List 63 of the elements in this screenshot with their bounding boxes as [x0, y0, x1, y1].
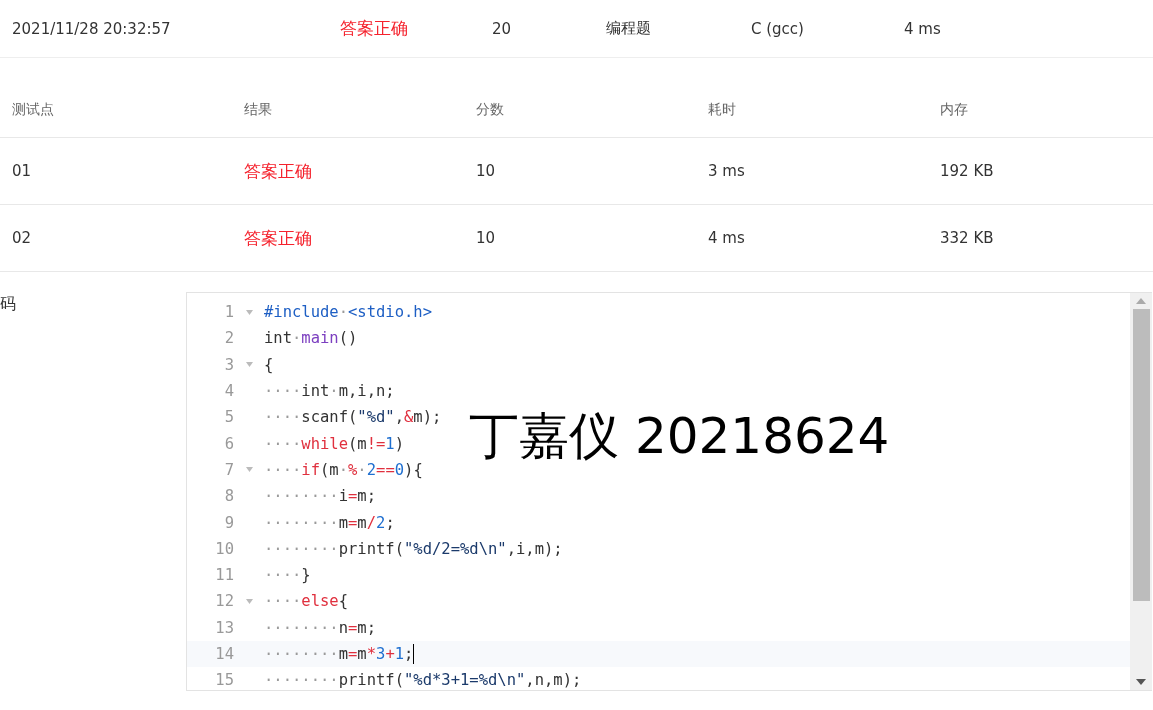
table-cell-text: 01: [12, 162, 33, 180]
status-text: 答案正确: [339, 17, 409, 40]
code-line: ····else{: [264, 592, 348, 611]
table-cell-text: 10: [476, 229, 497, 247]
code-line: ········m=m/2;: [264, 513, 395, 532]
compiler-text: C (gcc): [751, 19, 805, 38]
fold-caret-icon[interactable]: [245, 309, 253, 315]
code-line: ····while(m!=1): [264, 434, 405, 453]
line-number: 8: [223, 487, 234, 506]
column-header: 内存: [940, 101, 969, 119]
code-label: 码: [0, 294, 16, 313]
table-cell-text: 192 KB: [940, 162, 995, 180]
line-number: 7: [223, 460, 234, 479]
fold-caret-icon[interactable]: [245, 362, 253, 368]
code-line: ········i=m;: [264, 487, 376, 506]
code-line: ····scanf("%d",&m);: [264, 408, 442, 427]
text-cursor: [413, 644, 415, 664]
line-number: 15: [214, 671, 234, 690]
line-number: 12: [214, 592, 234, 611]
table-cell-text: 3 ms: [708, 162, 746, 180]
code-line: #include·<stdio.h>: [264, 303, 432, 322]
line-number: 11: [214, 566, 234, 585]
fold-caret-icon[interactable]: [245, 598, 253, 604]
duration-text: 4 ms: [904, 19, 942, 38]
line-number: 9: [223, 513, 234, 532]
table-cell-text: 10: [476, 162, 497, 180]
code-line: ········n=m;: [264, 618, 376, 637]
code-editor[interactable]: [186, 292, 1152, 691]
code-line: ········m=m*3+1;: [264, 645, 414, 663]
result-text: 答案正确: [244, 226, 313, 250]
column-header: 耗时: [708, 101, 737, 119]
line-number: 10: [214, 539, 234, 558]
line-number: 4: [223, 382, 234, 401]
column-header: 结果: [244, 101, 273, 119]
table-cell-text: 4 ms: [708, 229, 746, 247]
scroll-up-icon[interactable]: [1136, 298, 1146, 304]
table-cell-text: 02: [12, 229, 33, 247]
score-text: 20: [492, 19, 513, 38]
overlay-text: 丁嘉仪 20218624: [469, 406, 890, 467]
line-number: 1: [223, 303, 234, 322]
code-line: ········printf("%d/2=%d\n",i,m);: [264, 539, 563, 558]
code-line: ········printf("%d*3+1=%d\n",n,m);: [264, 671, 582, 690]
line-number: 5: [223, 408, 234, 427]
column-header: 分数: [476, 101, 505, 119]
column-header: 测试点: [12, 101, 55, 119]
line-number: 6: [223, 434, 234, 453]
line-number: 3: [223, 355, 234, 374]
code-line: int·main(): [264, 329, 358, 348]
line-number: 14: [214, 645, 234, 663]
code-line: ····}: [264, 566, 311, 585]
submit-time: 2021/11/28 20:32:57: [12, 19, 172, 38]
code-line: {: [264, 355, 274, 374]
code-line: ····int·m,i,n;: [264, 382, 395, 401]
scroll-down-icon[interactable]: [1136, 679, 1146, 685]
scrollbar[interactable]: [1130, 293, 1152, 690]
code-line: ····if(m·%·2==0){: [264, 460, 423, 479]
fold-caret-icon[interactable]: [245, 467, 253, 473]
line-number: 13: [214, 618, 234, 637]
scrollbar-thumb[interactable]: [1132, 309, 1150, 601]
problem-type: 编程题: [606, 19, 652, 38]
line-number: 2: [223, 329, 234, 348]
table-cell-text: 332 KB: [940, 229, 995, 247]
result-text: 答案正确: [244, 159, 313, 183]
